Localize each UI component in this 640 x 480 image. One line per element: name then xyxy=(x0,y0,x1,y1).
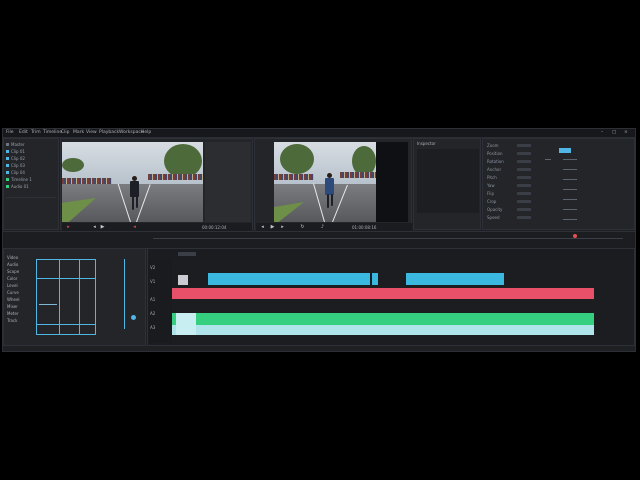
menu-edit[interactable]: Edit xyxy=(19,130,28,136)
track-header[interactable]: A3 xyxy=(150,325,155,330)
scope-item[interactable]: Scope xyxy=(7,269,19,274)
timeline-ruler[interactable] xyxy=(148,249,634,259)
audio-icon[interactable]: ♪ xyxy=(320,225,325,230)
scope-item[interactable]: Audio xyxy=(7,262,18,267)
loop-icon[interactable]: ↻ xyxy=(300,225,305,230)
track-header[interactable]: V2 xyxy=(150,265,155,270)
mark-in-icon[interactable]: ▸ xyxy=(66,225,71,230)
scope-meter xyxy=(124,259,145,329)
audio-clip[interactable] xyxy=(172,313,594,325)
menu-mark[interactable]: Mark xyxy=(73,130,84,136)
scopes-panel: Video Audio Scope Color Level Curve Whee… xyxy=(3,248,146,346)
forward-icon[interactable]: ▸ xyxy=(280,225,285,230)
video-editor-window: File Edit Trim Timeline Clip Mark View P… xyxy=(2,128,636,352)
play-icon[interactable]: ▶ xyxy=(270,225,275,230)
scope-graph xyxy=(36,259,96,335)
media-pool-item[interactable]: Master xyxy=(6,142,56,147)
menu-workspace[interactable]: Workspace xyxy=(119,130,144,136)
scope-item[interactable]: Curve xyxy=(7,290,19,295)
media-pool-item[interactable]: Clip 04 xyxy=(6,170,56,175)
source-viewer-panel: ▸ ◂ ▶ ◂ 00:00:12:04 xyxy=(60,138,253,232)
program-timecode: 01:00:08:16 xyxy=(352,225,377,230)
title-clip[interactable] xyxy=(172,288,594,299)
tree xyxy=(164,144,202,178)
record-icon[interactable] xyxy=(573,234,577,238)
menu-playback[interactable]: Playback xyxy=(99,130,119,136)
rewind-icon[interactable]: ◂ xyxy=(260,225,265,230)
mark-out-icon[interactable]: ◂ xyxy=(132,225,137,230)
scope-item[interactable]: Wheel xyxy=(7,297,20,302)
timeline-panel: V2 V1 A1 A2 A3 xyxy=(147,248,635,346)
menu-bar: File Edit Trim Timeline Clip Mark View P… xyxy=(3,129,635,138)
media-pool-panel: Master Clip 01 Clip 02 Clip 03 Clip 04 T… xyxy=(3,138,59,230)
scope-item[interactable]: Track xyxy=(7,318,17,323)
inspector-title: Inspector xyxy=(417,141,436,146)
video-clip[interactable] xyxy=(208,273,378,285)
track-header[interactable]: A2 xyxy=(150,311,155,316)
tree xyxy=(62,158,84,172)
properties-panel: Zoom Position Rotation Anchor Pitch Yaw … xyxy=(482,138,635,230)
audio-thumbnail[interactable] xyxy=(176,313,196,335)
audio-clip[interactable] xyxy=(172,325,594,335)
media-pool-item[interactable]: Timeline 1 xyxy=(6,177,56,182)
audio-icon xyxy=(6,185,9,188)
menu-view[interactable]: View xyxy=(86,130,97,136)
clip-icon xyxy=(6,157,9,160)
menu-help[interactable]: Help xyxy=(141,130,151,136)
play-icon[interactable]: ▶ xyxy=(100,225,105,230)
toolbar-strip xyxy=(3,231,635,249)
timeline-icon xyxy=(6,178,9,181)
track-headers: V2 V1 A1 A2 A3 xyxy=(148,259,172,343)
source-timecode: 00:00:12:04 xyxy=(202,225,227,230)
menu-trim[interactable]: Trim xyxy=(31,130,41,136)
active-tab[interactable] xyxy=(559,148,571,153)
inspector-panel: Inspector xyxy=(413,138,481,230)
timeline-scrubber[interactable] xyxy=(153,238,623,239)
clip-icon xyxy=(6,164,9,167)
media-pool-item[interactable]: Clip 02 xyxy=(6,156,56,161)
maximize-icon[interactable]: □ xyxy=(612,130,616,136)
scope-item[interactable]: Color xyxy=(7,276,17,281)
video-clip[interactable] xyxy=(406,273,504,285)
scope-item[interactable]: Level xyxy=(7,283,18,288)
clip-thumbnail[interactable] xyxy=(178,275,188,285)
media-pool-item[interactable]: Audio 01 xyxy=(6,184,56,189)
program-video-frame xyxy=(274,142,408,222)
track-header[interactable]: V1 xyxy=(150,279,155,284)
folder-icon xyxy=(6,143,9,146)
menu-timeline[interactable]: Timeline xyxy=(43,130,62,136)
scope-item[interactable]: Video xyxy=(7,255,18,260)
source-video-frame xyxy=(62,142,203,222)
scope-item[interactable]: Meter xyxy=(7,311,19,316)
program-viewer-panel: ◂ ▶ ▸ ↻ ♪ 01:00:08:16 xyxy=(254,138,412,232)
scope-item[interactable]: Mixer xyxy=(7,304,18,309)
inspector-content xyxy=(417,149,479,213)
track-header[interactable]: A1 xyxy=(150,297,155,302)
clip-icon xyxy=(6,150,9,153)
minimize-icon[interactable]: – xyxy=(601,130,603,136)
close-icon[interactable]: × xyxy=(624,130,628,136)
clip-icon xyxy=(6,171,9,174)
source-viewer-side xyxy=(205,142,251,222)
menu-file[interactable]: File xyxy=(6,130,14,136)
rewind-icon[interactable]: ◂ xyxy=(92,225,97,230)
tree xyxy=(280,144,314,174)
media-pool-item[interactable]: Clip 01 xyxy=(6,149,56,154)
media-pool-item[interactable]: Clip 03 xyxy=(6,163,56,168)
media-pool-empty-area xyxy=(6,197,56,228)
menu-clip[interactable]: Clip xyxy=(61,130,70,136)
